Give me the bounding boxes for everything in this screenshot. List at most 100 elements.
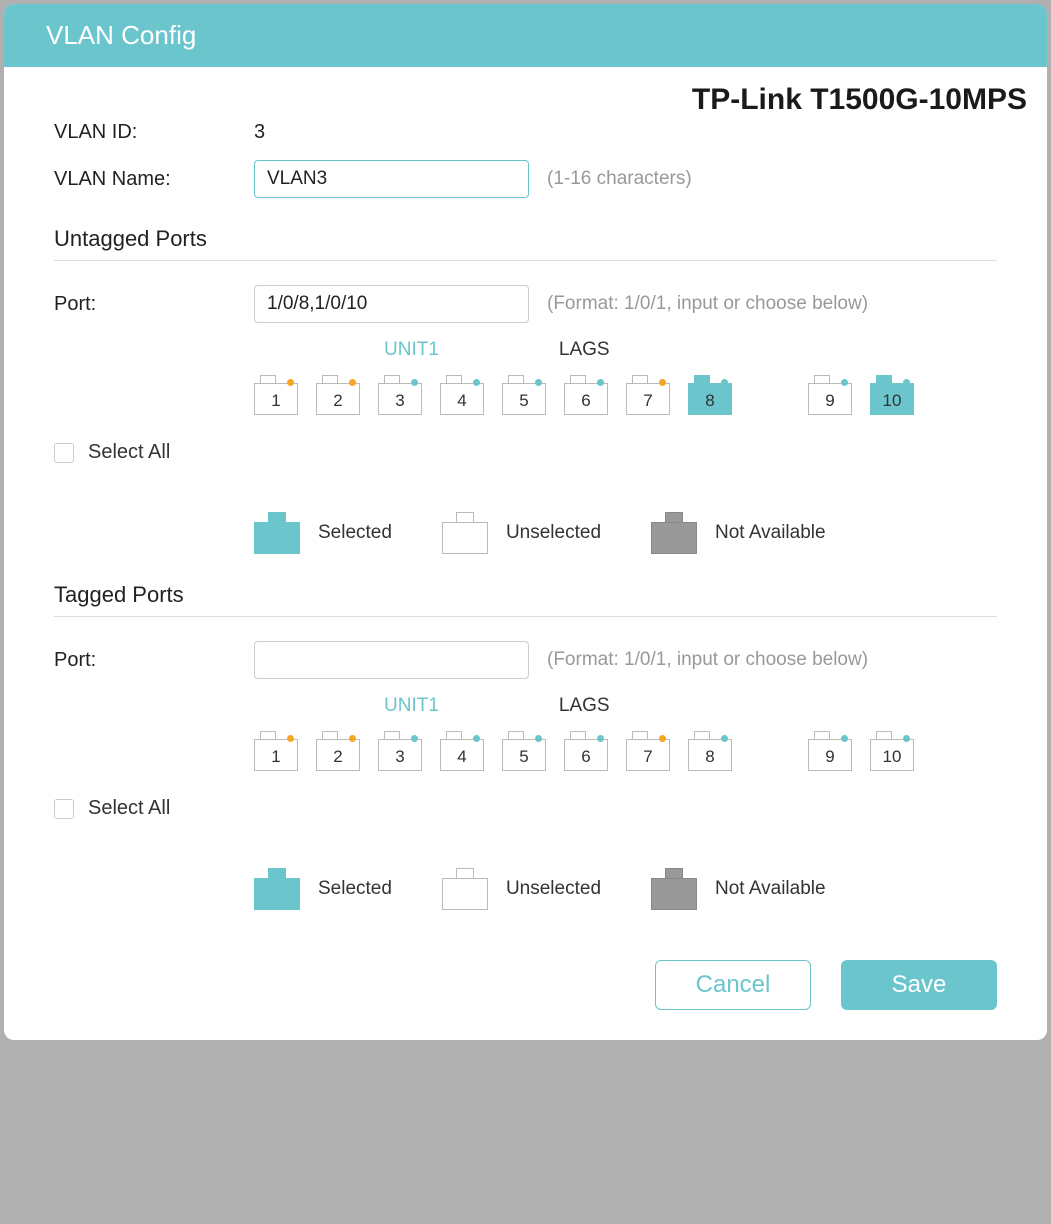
port-number: 2 [316,747,360,767]
save-button[interactable]: Save [841,960,997,1010]
legend-notavail-icon [651,868,697,910]
port-number: 10 [870,391,914,411]
legend-tagged: Selected Unselected Not Available [254,868,997,910]
port-8[interactable]: 8 [688,375,732,415]
port-7[interactable]: 7 [626,731,670,771]
window-title: VLAN Config [4,4,1047,67]
port-10[interactable]: 10 [870,731,914,771]
port-8[interactable]: 8 [688,731,732,771]
vlan-name-hint: (1-16 characters) [547,168,692,190]
port-number: 5 [502,747,546,767]
tagged-ports-row: 12345678 9 10 [254,731,997,771]
legend-notavail-label: Not Available [715,522,826,544]
legend-unselected-label: Unselected [506,522,601,544]
port-status-dot-icon [721,379,728,386]
legend-selected-icon [254,512,300,554]
legend-unselected-icon [442,512,488,554]
port-4[interactable]: 4 [440,731,484,771]
port-3[interactable]: 3 [378,731,422,771]
port-6[interactable]: 6 [564,731,608,771]
vlan-config-window: VLAN Config TP-Link T1500G-10MPS VLAN ID… [4,4,1047,1040]
port-status-dot-icon [659,735,666,742]
port-status-dot-icon [903,735,910,742]
port-2[interactable]: 2 [316,731,360,771]
port-number: 4 [440,747,484,767]
port-10[interactable]: 10 [870,375,914,415]
port-number: 4 [440,391,484,411]
legend-notavail-icon [651,512,697,554]
port-3[interactable]: 3 [378,375,422,415]
port-2[interactable]: 2 [316,375,360,415]
port-status-dot-icon [841,735,848,742]
tab-unit1-untagged[interactable]: UNIT1 [384,339,439,361]
port-9[interactable]: 9 [808,375,852,415]
vlan-name-input[interactable] [254,160,529,198]
tagged-port-hint: (Format: 1/0/1, input or choose below) [547,649,868,671]
untagged-port-label: Port: [54,293,254,316]
divider [54,616,997,617]
port-6[interactable]: 6 [564,375,608,415]
port-status-dot-icon [659,379,666,386]
vlan-name-label: VLAN Name: [54,168,254,191]
port-status-dot-icon [411,735,418,742]
untagged-select-all-label: Select All [88,441,170,464]
port-number: 7 [626,747,670,767]
untagged-select-all-checkbox[interactable] [54,443,74,463]
port-number: 1 [254,391,298,411]
port-status-dot-icon [287,379,294,386]
tagged-select-all-checkbox[interactable] [54,799,74,819]
port-number: 3 [378,391,422,411]
vlan-id-value: 3 [254,121,265,144]
port-1[interactable]: 1 [254,731,298,771]
port-status-dot-icon [903,379,910,386]
port-9[interactable]: 9 [808,731,852,771]
legend-selected-label: Selected [318,522,392,544]
vlan-id-label: VLAN ID: [54,121,254,144]
port-number: 6 [564,391,608,411]
cancel-button[interactable]: Cancel [655,960,811,1010]
port-number: 6 [564,747,608,767]
port-status-dot-icon [473,735,480,742]
port-4[interactable]: 4 [440,375,484,415]
tab-lags-untagged[interactable]: LAGS [559,339,610,361]
port-number: 8 [688,391,732,411]
untagged-port-input[interactable] [254,285,529,323]
port-status-dot-icon [349,379,356,386]
tagged-title: Tagged Ports [54,582,997,608]
port-number: 9 [808,747,852,767]
legend-selected-icon [254,868,300,910]
port-number: 5 [502,391,546,411]
legend-unselected-icon [442,868,488,910]
content-area: VLAN ID: 3 VLAN Name: (1-16 characters) … [4,121,1047,1040]
port-number: 7 [626,391,670,411]
device-model: TP-Link T1500G-10MPS [4,67,1047,121]
port-number: 10 [870,747,914,767]
legend-notavail-label: Not Available [715,878,826,900]
port-status-dot-icon [535,735,542,742]
legend-unselected-label: Unselected [506,878,601,900]
port-1[interactable]: 1 [254,375,298,415]
port-number: 1 [254,747,298,767]
port-number: 3 [378,747,422,767]
port-status-dot-icon [349,735,356,742]
port-status-dot-icon [597,735,604,742]
port-status-dot-icon [597,379,604,386]
tagged-port-input[interactable] [254,641,529,679]
tab-unit1-tagged[interactable]: UNIT1 [384,695,439,717]
port-7[interactable]: 7 [626,375,670,415]
port-5[interactable]: 5 [502,731,546,771]
port-status-dot-icon [473,379,480,386]
port-status-dot-icon [411,379,418,386]
legend-selected-label: Selected [318,878,392,900]
port-status-dot-icon [721,735,728,742]
untagged-port-hint: (Format: 1/0/1, input or choose below) [547,293,868,315]
untagged-ports-row: 12345678 9 10 [254,375,997,415]
tagged-port-label: Port: [54,649,254,672]
divider [54,260,997,261]
tab-lags-tagged[interactable]: LAGS [559,695,610,717]
port-status-dot-icon [535,379,542,386]
port-5[interactable]: 5 [502,375,546,415]
untagged-title: Untagged Ports [54,226,997,252]
port-status-dot-icon [841,379,848,386]
tagged-select-all-label: Select All [88,797,170,820]
